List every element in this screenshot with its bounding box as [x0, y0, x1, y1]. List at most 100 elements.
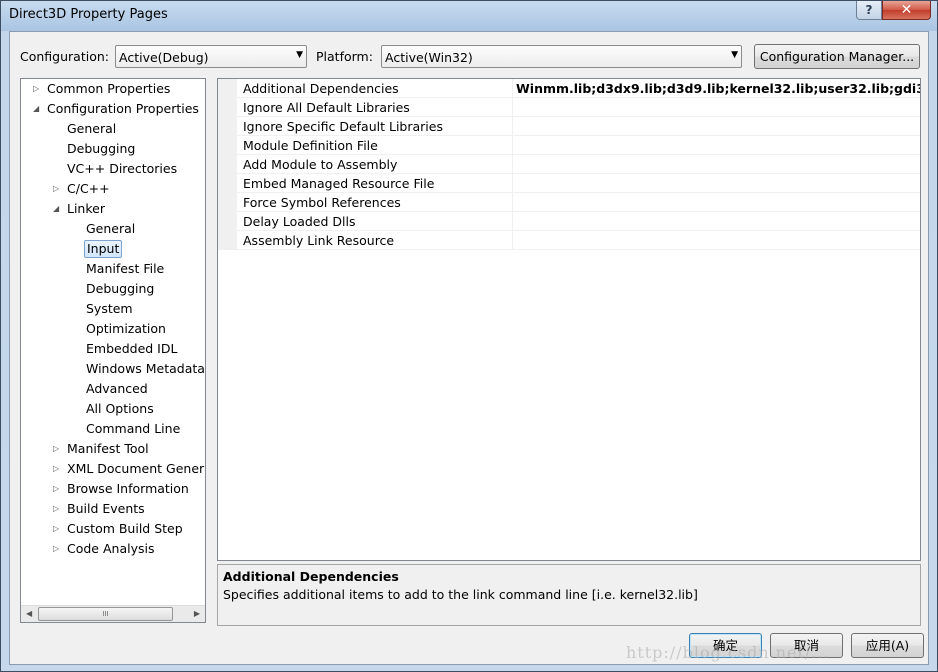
dialog-client-area: Configuration: Active(Debug) ▼ Platform:… — [9, 31, 929, 665]
help-button[interactable]: ? — [856, 1, 882, 20]
description-title: Additional Dependencies — [223, 569, 399, 584]
tree-item-label: Windows Metadata — [86, 361, 205, 376]
platform-label: Platform: — [316, 49, 373, 64]
tree-item-label: Embedded IDL — [86, 341, 178, 356]
property-name: Assembly Link Resource — [243, 233, 395, 248]
tree-item-label: Advanced — [86, 381, 148, 396]
row-gutter — [218, 174, 237, 193]
row-gutter — [218, 98, 237, 117]
tree-item-label: Linker — [67, 201, 105, 216]
window-title: Direct3D Property Pages — [9, 7, 168, 22]
help-icon: ? — [865, 3, 873, 17]
apply-button[interactable]: 应用(A) — [851, 633, 924, 658]
property-name: Add Module to Assembly — [243, 157, 398, 172]
tree-item-label: All Options — [86, 401, 154, 416]
row-gutter — [218, 231, 237, 250]
column-separator — [512, 98, 513, 117]
column-separator — [512, 79, 513, 98]
property-grid[interactable]: Additional Dependencies Winmm.lib;d3dx9.l… — [217, 78, 921, 561]
property-name: Embed Managed Resource File — [243, 176, 435, 191]
row-gutter — [218, 212, 237, 231]
configuration-manager-button[interactable]: Configuration Manager... — [754, 44, 920, 69]
tree-item-label: System — [86, 301, 133, 316]
property-row[interactable]: Add Module to Assembly — [218, 155, 920, 174]
column-separator — [512, 231, 513, 250]
property-tree[interactable]: ▷ Code Analysis ▷ Custom Build Step ▷ Build E… — [20, 78, 206, 623]
chevron-down-icon: ▼ — [296, 50, 303, 60]
description-panel: Additional Dependencies Specifies additi… — [217, 564, 921, 626]
property-name: Force Symbol References — [243, 195, 401, 210]
collapsed-triangle-icon[interactable]: ▷ — [53, 440, 63, 458]
tree-item-label: Command Line — [86, 421, 181, 436]
column-separator — [512, 193, 513, 212]
collapsed-triangle-icon[interactable]: ▷ — [33, 80, 43, 98]
tree-item-label: Debugging — [67, 141, 136, 156]
column-separator — [512, 212, 513, 231]
row-gutter — [218, 155, 237, 174]
tree-item-label: Optimization — [86, 321, 166, 336]
property-row[interactable]: Additional Dependencies Winmm.lib;d3dx9.l… — [218, 79, 920, 98]
configuration-dropdown[interactable]: Active(Debug) ▼ — [115, 45, 307, 68]
collapsed-triangle-icon[interactable]: ▷ — [53, 460, 63, 478]
scroll-right-icon[interactable]: ▶ — [194, 609, 200, 618]
column-separator — [512, 155, 513, 174]
collapsed-triangle-icon[interactable]: ▷ — [53, 520, 63, 538]
collapsed-triangle-icon[interactable]: ▷ — [53, 500, 63, 518]
tree-item-label: Browse Information — [67, 481, 189, 496]
property-name: Additional Dependencies — [243, 81, 399, 96]
row-gutter — [218, 117, 237, 136]
tree-item-label: Common Properties — [47, 81, 171, 96]
tree-item-label: C/C++ — [67, 181, 110, 196]
title-bar[interactable]: Direct3D Property Pages ? ✕ — [1, 1, 937, 31]
property-name: Ignore All Default Libraries — [243, 100, 410, 115]
column-separator — [512, 174, 513, 193]
property-row[interactable]: Embed Managed Resource File — [218, 174, 920, 193]
tree-horizontal-scrollbar[interactable]: ◀ III ▶ — [21, 605, 205, 622]
watermark: http://blog.csdn.net/... — [626, 643, 830, 662]
description-text: Specifies additional items to add to the… — [223, 587, 698, 602]
property-name: Delay Loaded Dlls — [243, 214, 356, 229]
tree-item-label: XML Document Generat — [67, 461, 206, 476]
tree-item-label: Custom Build Step — [67, 521, 183, 536]
row-gutter — [218, 79, 237, 98]
close-icon: ✕ — [900, 2, 913, 18]
tree-item-label: VC++ Directories — [67, 161, 178, 176]
chevron-down-icon: ▼ — [731, 50, 738, 60]
configuration-value: Active(Debug) — [119, 50, 209, 65]
collapsed-triangle-icon[interactable]: ▷ — [53, 180, 63, 198]
close-button[interactable]: ✕ — [882, 1, 931, 20]
property-name: Module Definition File — [243, 138, 378, 153]
tree-item-label: Debugging — [86, 281, 155, 296]
configuration-label: Configuration: — [20, 49, 109, 64]
tree-item-label: Build Events — [67, 501, 145, 516]
scroll-thumb[interactable]: III — [38, 607, 173, 621]
property-name: Ignore Specific Default Libraries — [243, 119, 443, 134]
tree-item-label: Code Analysis — [67, 541, 155, 556]
property-row[interactable]: Delay Loaded Dlls — [218, 212, 920, 231]
platform-dropdown[interactable]: Active(Win32) ▼ — [381, 45, 742, 68]
platform-value: Active(Win32) — [385, 50, 473, 65]
tree-item-label: Manifest Tool — [67, 441, 149, 456]
collapsed-triangle-icon[interactable]: ▷ — [53, 480, 63, 498]
property-row[interactable]: Ignore All Default Libraries — [218, 98, 920, 117]
expanded-triangle-icon[interactable]: ◢ — [53, 200, 63, 218]
property-row[interactable]: Force Symbol References — [218, 193, 920, 212]
property-row[interactable]: Ignore Specific Default Libraries — [218, 117, 920, 136]
property-value[interactable]: Winmm.lib;d3dx9.lib;d3d9.lib;kernel32.li… — [516, 81, 920, 96]
property-row[interactable]: Module Definition File — [218, 136, 920, 155]
row-gutter — [218, 193, 237, 212]
property-pages-window: Direct3D Property Pages ? ✕ Configuratio… — [0, 0, 938, 672]
expanded-triangle-icon[interactable]: ◢ — [33, 100, 43, 118]
tree-item-label: General — [67, 121, 117, 136]
scroll-left-icon[interactable]: ◀ — [26, 609, 32, 618]
collapsed-triangle-icon[interactable]: ▷ — [53, 540, 63, 558]
tree-item-label: Input — [84, 240, 123, 258]
tree-item-label: Configuration Properties — [47, 101, 199, 116]
scroll-grip: III — [102, 610, 109, 618]
column-separator — [512, 117, 513, 136]
row-gutter — [218, 136, 237, 155]
tree-item-label: General — [86, 221, 136, 236]
column-separator — [512, 136, 513, 155]
tree-item-label: Manifest File — [86, 261, 165, 276]
property-row[interactable]: Assembly Link Resource — [218, 231, 920, 250]
